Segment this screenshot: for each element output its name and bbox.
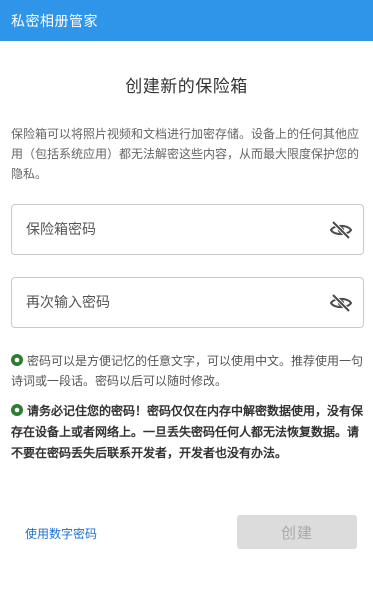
password-tip: 密码可以是方便记忆的任意文字，可以使用中文。推荐使用一句诗词或一段话。密码以后可… — [11, 351, 363, 391]
password-warning: 请务必记住您的密码！密码仅仅在内存中解密数据使用，没有保存在设备上或者网络上。一… — [11, 401, 363, 464]
eye-off-icon[interactable] — [329, 218, 353, 242]
eye-off-icon[interactable] — [329, 291, 353, 315]
app-bar: 私密相册管家 — [0, 0, 373, 41]
bullet-icon — [11, 354, 23, 366]
confirm-password-input[interactable] — [12, 278, 312, 327]
password-input[interactable] — [12, 205, 312, 254]
page-description: 保险箱可以将照片视频和文档进行加密存储。设备上的任何其他应用（包括系统应用）都无… — [11, 127, 360, 181]
password-tip-text: 密码可以是方便记忆的任意文字，可以使用中文。推荐使用一句诗词或一段话。密码以后可… — [11, 354, 364, 388]
page-title: 创建新的保险箱 — [125, 77, 248, 97]
bullet-icon — [11, 404, 23, 416]
password-warning-text: 请务必记住您的密码！密码仅仅在内存中解密数据使用，没有保存在设备上或者网络上。一… — [11, 404, 364, 460]
use-numeric-password-link[interactable]: 使用数字密码 — [25, 525, 97, 542]
password-field — [11, 204, 364, 255]
app-title: 私密相册管家 — [11, 13, 98, 30]
confirm-password-field — [11, 277, 364, 328]
create-button[interactable]: 创建 — [237, 515, 357, 549]
